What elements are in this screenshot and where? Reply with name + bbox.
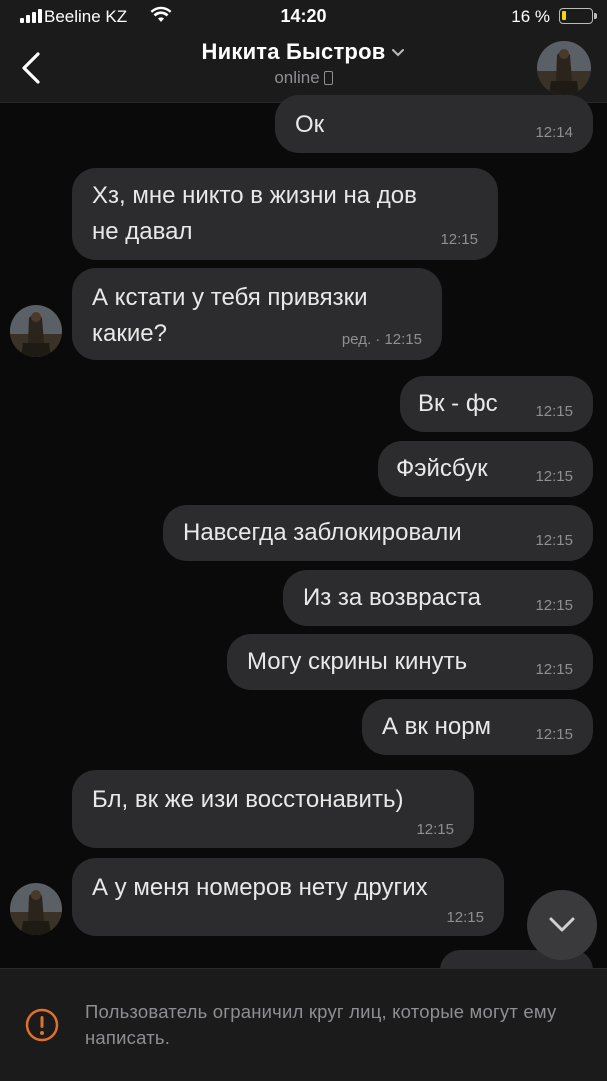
incoming-message[interactable]: Хз, мне никто в жизни на дов не давал 12:1… <box>72 168 498 260</box>
message-text-line: Ок <box>295 111 325 138</box>
online-status: online <box>0 68 607 88</box>
message-time: 12:15 <box>535 468 573 485</box>
message-text: Фэйсбук <box>396 451 488 487</box>
message-text: Вк - фс <box>418 386 498 422</box>
message-text-line: Бл, вк же изи восстонавить) <box>92 786 404 813</box>
message-text: А кстати у тебя привязки какие? <box>92 280 368 352</box>
outgoing-message[interactable]: А вк норм 12:15 <box>362 699 593 755</box>
chat-title-block[interactable]: Никита Быстров online <box>0 39 607 88</box>
message-text-line: Хз, мне никто в жизни на дов <box>92 182 417 209</box>
message-text-line: А у меня номеров нету других <box>92 874 428 901</box>
message-text-line: Вк - фс <box>418 390 498 417</box>
status-bar: Beeline KZ 14:20 16 % <box>0 0 607 34</box>
message-text-line: А вк норм <box>382 713 492 740</box>
restriction-notice-text: Пользователь ограничил круг лиц, которые… <box>85 1001 557 1048</box>
message-text-line: Могу скрины кинуть <box>247 648 468 675</box>
incoming-message[interactable]: Бл, вк же изи восстонавить) 12:15 <box>72 770 474 848</box>
message-text-line: Навсегда заблокировали <box>183 519 462 546</box>
restriction-notice: Пользователь ограничил круг лиц, которые… <box>0 968 607 1081</box>
message-text: Могу скрины кинуть <box>247 644 467 680</box>
message-text: Ок <box>295 107 324 143</box>
outgoing-message[interactable]: Ок 12:14 <box>275 95 593 153</box>
outgoing-message[interactable]: Навсегда заблокировали 12:15 <box>163 505 593 561</box>
avatar[interactable] <box>10 883 62 935</box>
message-text-line: Из за возвраста <box>303 584 482 611</box>
outgoing-message[interactable]: Фэйсбук 12:15 <box>378 441 593 497</box>
message-text: Хз, мне никто в жизни на дов не давал <box>92 178 417 250</box>
message-text-line: не давал <box>92 218 193 245</box>
incoming-message[interactable]: А у меня номеров нету других 12:15 <box>72 858 504 936</box>
message-text: Навсегда заблокировали <box>183 515 462 551</box>
chat-title[interactable]: Никита Быстров <box>0 39 607 65</box>
message-time: 12:15 <box>535 532 573 549</box>
avatar[interactable] <box>537 41 591 95</box>
online-status-text: online <box>274 68 320 87</box>
message-text-line: какие? <box>92 320 167 347</box>
outgoing-message[interactable]: Из за возвраста 12:15 <box>283 570 593 626</box>
message-text: А вк норм <box>382 709 491 745</box>
message-time: 12:15 <box>446 909 484 926</box>
message-time: 12:15 <box>535 597 573 614</box>
message-text: Бл, вк же изи восстонавить) <box>92 782 403 818</box>
message-time: 12:15 <box>535 726 573 743</box>
message-time: 12:15 <box>535 661 573 678</box>
avatar[interactable] <box>10 305 62 357</box>
message-time: 12:15 <box>416 821 454 838</box>
warning-circle-icon <box>25 1008 59 1042</box>
contact-name: Никита Быстров <box>201 39 386 64</box>
battery-icon <box>559 8 597 24</box>
message-time: 12:15 <box>440 231 478 248</box>
message-text-line: Фэйсбук <box>396 455 488 482</box>
message-text: Из за возвраста <box>303 580 481 616</box>
outgoing-message[interactable]: Вк - фс 12:15 <box>400 376 593 432</box>
scroll-down-button[interactable] <box>527 890 597 960</box>
outgoing-message[interactable]: Могу скрины кинуть 12:15 <box>227 634 593 690</box>
message-time: 12:15 <box>535 403 573 420</box>
chevron-down-icon <box>392 49 405 57</box>
mobile-phone-icon <box>323 71 333 85</box>
message-time: ред. · 12:15 <box>341 331 422 348</box>
message-time: 12:14 <box>535 124 573 141</box>
message-text-line: А кстати у тебя привязки <box>92 284 368 311</box>
battery-percent: 16 % <box>511 7 550 26</box>
chat-header: Никита Быстров online <box>0 34 607 103</box>
incoming-message[interactable]: А кстати у тебя привязки какие? ред. · 12:… <box>72 268 442 360</box>
message-text: А у меня номеров нету других <box>92 870 428 906</box>
chevron-down-icon <box>549 917 575 932</box>
